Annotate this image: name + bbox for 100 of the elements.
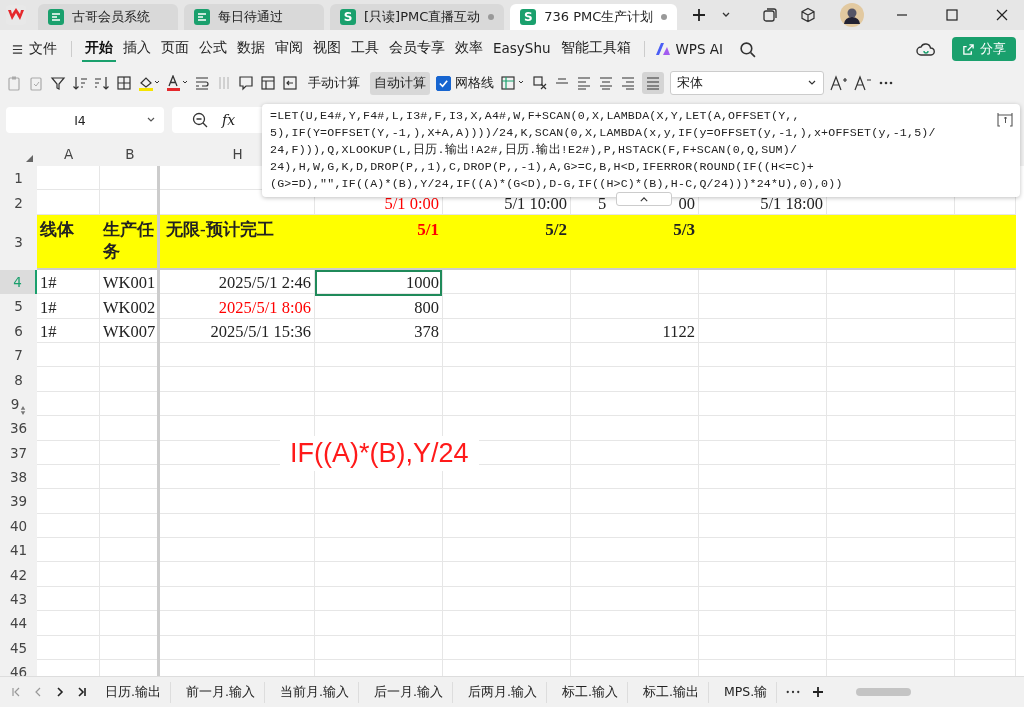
cube-icon[interactable] [800,7,816,23]
table-icon[interactable] [260,75,276,91]
align-center-icon[interactable] [598,75,614,91]
menu-tab[interactable]: 工具 [348,36,382,62]
name-box[interactable]: I4 [6,107,164,133]
menu-tab[interactable]: 智能工具箱 [557,36,634,62]
menu-tab[interactable]: 会员专享 [386,36,448,62]
clear-format-icon[interactable] [532,75,548,91]
windows-icon[interactable] [762,7,778,23]
table-cell-text: 800 [413,297,439,318]
file-menu[interactable]: 文件 [8,40,61,58]
font-dropdown[interactable]: 宋体 [670,71,824,95]
borders-icon[interactable] [116,75,132,91]
search-icon[interactable] [739,40,757,58]
formula-text[interactable]: =LET(U,E4#,Y,F4#,L,I3#,F,I3,X,A4#,W,F+SCAN(0,X,LAMBDA(X,Y,LET(A,OFFSET(Y,, 5),IF(Y=OFFSET(Y,-1,),X+A,A))))/24,K,SCAN(0,X,LAMBDA(x,y,IF(y=OFFSET(y,-1,),x+OFFSET(y,-1,5)/ 24,F))),Q,XLOOKUP(L,日历.输出!A2#,日历.输出!E2#),P,HSTACK(F,F+SCAN(0,Q,SUM)/ 24),H,W,G,K,D,DROP(P,,1),C,DROP(P,,-1),A,G>=C,B,H<D,IFERROR(ROUND(IF((H<=C)+ (G>=D),"",IF((A)*(B),Y/24,IF((A)*(G<D),D-G,IF((H>C)*(B),H-C,Q/24)))*24*U),0),0)) [270,107,936,192]
sheet-tab[interactable]: MPS.输 [714,681,778,703]
more-icon[interactable] [786,689,801,695]
row-header[interactable]: 40 [0,513,37,539]
menu-tab[interactable]: 插入 [120,36,154,62]
table-cell-text: 1# [40,297,58,318]
sheet-tab[interactable]: 标工.输入 [552,681,628,703]
align-right-icon[interactable] [620,75,636,91]
freeze-panes-icon[interactable] [500,75,526,91]
zoom-icon[interactable] [192,112,208,128]
row-header[interactable]: 37 [0,440,37,465]
add-sheet-icon[interactable] [812,686,825,698]
row-header[interactable]: 3 [0,214,37,270]
row-header[interactable]: 1 [0,166,37,191]
sheet-tab[interactable]: 日历.输出 [96,681,171,703]
font-color-icon[interactable] [166,75,188,91]
gridlines-checkbox[interactable]: 网格线 [436,74,494,92]
menu-tab[interactable]: 数据 [234,36,268,62]
menu-tab[interactable]: 页面 [158,36,192,62]
insert-function-button[interactable]: fx [222,112,236,128]
sort-descending-icon[interactable] [94,75,110,91]
wrap-text-icon[interactable] [194,75,210,91]
table-cell: WK002 [103,297,156,318]
spreadsheet-icon: S [520,9,537,25]
row-header[interactable]: 38 [0,464,37,490]
menu-tab[interactable]: 开始 [82,36,116,62]
row-header[interactable]: 43 [0,586,37,612]
increase-font-icon[interactable] [830,75,848,91]
align-left-icon[interactable] [576,75,592,91]
document-tab[interactable]: S [只读]PMC直播互动 [330,4,505,30]
column-header[interactable]: B [125,146,135,162]
row-header[interactable]: 36 [0,416,37,441]
close-icon[interactable] [996,9,1008,21]
app-icon [48,9,64,25]
row-header[interactable]: 5 [0,294,37,319]
comment-icon[interactable] [238,75,254,91]
menu-tab[interactable]: 公式 [196,36,230,62]
select-all-icon[interactable] [26,155,33,162]
ai-menu[interactable]: WPS AI [654,41,724,57]
sheet-tab[interactable]: 前一月.输入 [177,681,265,703]
menu-tab[interactable]: EasyShu [490,37,554,61]
document-tab[interactable]: 古哥会员系统 [38,4,178,30]
sheet-tab[interactable]: 当前月.输入 [270,681,359,703]
filter-icon[interactable] [50,75,66,91]
document-tab[interactable]: S 736 PMC生产计划 [510,4,678,30]
row-header[interactable]: 45 [0,635,37,661]
justify-icon[interactable] [642,72,664,94]
sheet-tab[interactable]: 后一月.输入 [364,681,453,703]
column-header[interactable]: A [63,146,74,162]
calculation-button[interactable]: 手动计算 [304,71,364,95]
calculation-button[interactable]: 自动计算 [370,71,430,95]
sheet-tab[interactable]: 后两月.输入 [458,681,547,703]
avatar-icon[interactable] [840,3,864,27]
new-tab-icon[interactable] [691,7,708,23]
row-header[interactable]: 6 [0,318,37,343]
sort-ascending-icon[interactable] [72,75,88,91]
checkbox-icon[interactable] [436,75,451,91]
menu-tab[interactable]: 效率 [452,36,486,62]
import-icon[interactable] [282,75,298,91]
row-header[interactable]: 7 [0,342,37,368]
menu-tab[interactable]: 视图 [310,36,344,62]
cloud-sync-icon[interactable] [916,41,936,57]
fill-color-icon[interactable] [138,75,160,91]
next-sheet-icon[interactable] [55,687,65,697]
function-wizard-icon[interactable] [996,110,1014,128]
share-icon [962,42,975,56]
row-header[interactable]: 42 [0,562,37,587]
last-sheet-icon[interactable] [77,687,87,697]
decrease-font-icon[interactable] [854,75,872,91]
row-header[interactable]: 41 [0,538,37,563]
clipboard-icon[interactable] [28,75,44,91]
row-header[interactable]: 8 [0,367,37,392]
sheet-tab[interactable]: 标工.输出 [633,681,709,703]
table-cell: WK007 [103,321,156,342]
menu-tab[interactable]: 审阅 [272,36,306,62]
unhide-rows-icon[interactable] [20,405,27,417]
document-tab[interactable]: 每日待通过 [184,4,324,30]
row-header[interactable]: 44 [0,611,37,636]
row-header[interactable]: 39 [0,489,37,514]
row-header[interactable]: 2 [0,190,37,215]
ai-logo-icon [654,42,671,56]
maximize-icon[interactable] [946,9,958,21]
column-header[interactable]: H [232,146,243,162]
table-cell-text: 5/2 [544,218,567,241]
row-header[interactable]: 9 [0,391,37,417]
table-cell: WK001 [103,273,156,294]
